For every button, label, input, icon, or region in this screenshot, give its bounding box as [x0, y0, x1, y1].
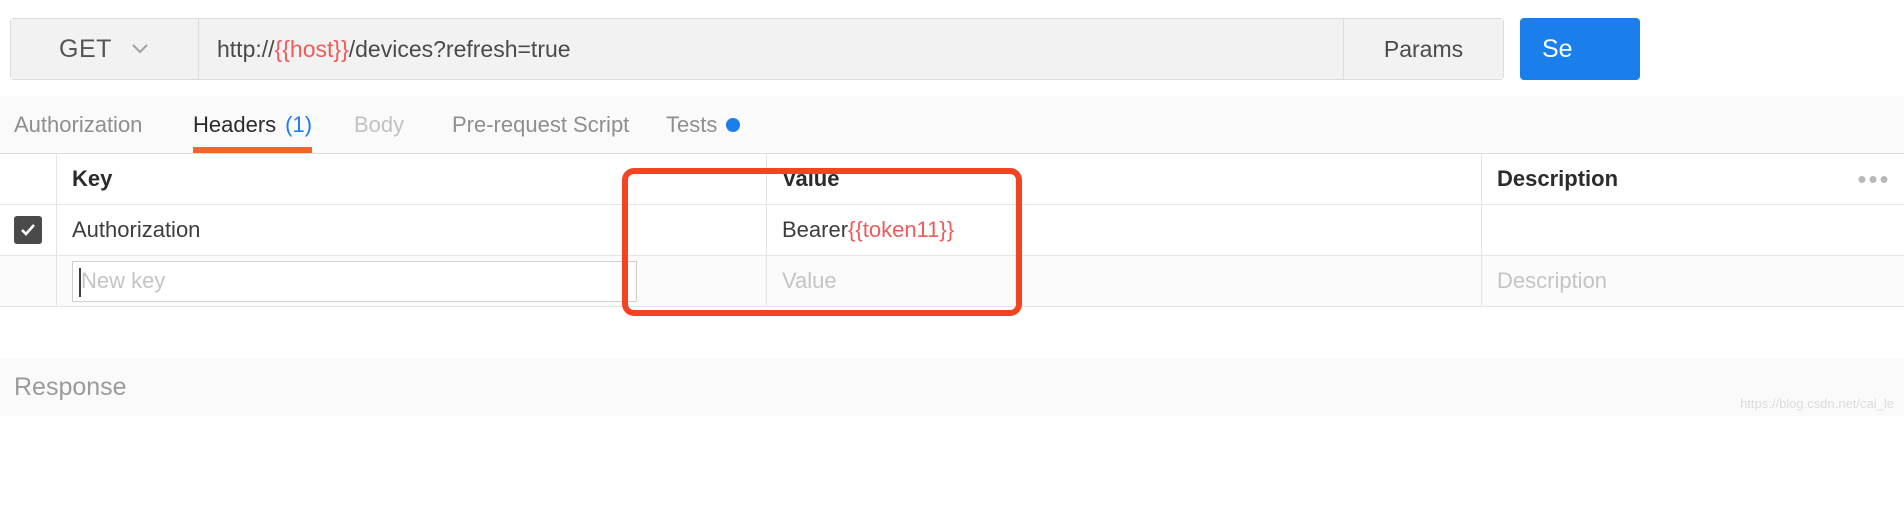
request-tabs: Authorization Headers (1) Body Pre-reque… [0, 96, 1904, 154]
column-header-description: Description [1497, 166, 1619, 191]
table-new-row: New key Value Description [0, 256, 1904, 307]
tab-headers[interactable]: Headers (1) [193, 96, 313, 153]
watermark-text: https://blog.csdn.net/cai_le [1740, 396, 1894, 411]
url-input[interactable]: http://{{host}}/devices?refresh=true [199, 19, 1343, 79]
tab-body-label: Body [354, 111, 405, 137]
response-body-empty [0, 416, 1904, 514]
http-method-selector[interactable]: GET [11, 19, 199, 79]
ellipsis-icon[interactable]: ••• [1844, 154, 1904, 204]
new-description-input[interactable]: Description [1482, 256, 1844, 306]
new-row-actions-spacer [1844, 256, 1904, 306]
tab-tests-label: Tests [666, 111, 718, 137]
row-value-input[interactable]: Bearer {{token11}} [767, 205, 1482, 255]
row-actions-spacer [1844, 205, 1904, 255]
header-checkbox-spacer [0, 154, 57, 204]
new-row-checkbox-cell [0, 256, 57, 306]
headers-table: Key Value Description ••• Authorization … [0, 154, 1904, 307]
tab-tests[interactable]: Tests [666, 96, 741, 153]
row-checkbox-cell [0, 205, 57, 255]
table-header-row: Key Value Description ••• [0, 154, 1904, 205]
url-suffix: /devices?refresh=true [348, 35, 571, 62]
tab-headers-count: (1) [285, 111, 313, 137]
chevron-down-icon [130, 39, 150, 59]
send-label: Se [1542, 34, 1573, 63]
row-enabled-checkbox[interactable] [14, 216, 42, 244]
table-row: Authorization Bearer {{token11}} [0, 205, 1904, 256]
request-bar: GET http://{{host}}/devices?refresh=true… [0, 0, 1904, 96]
new-key-input[interactable]: New key [72, 260, 637, 302]
params-label: Params [1383, 35, 1464, 62]
send-button[interactable]: Se [1520, 18, 1640, 80]
tab-headers-label: Headers [193, 111, 277, 137]
row-description-input[interactable] [1482, 205, 1844, 255]
column-header-key: Key [57, 154, 767, 204]
http-method-label: GET [59, 34, 112, 63]
text-caret [79, 267, 81, 297]
row-key-input[interactable]: Authorization [57, 205, 767, 255]
row-key-text: Authorization [72, 217, 201, 242]
new-key-placeholder: New key [81, 268, 166, 293]
tab-authorization-label: Authorization [14, 111, 143, 137]
tab-authorization[interactable]: Authorization [14, 96, 142, 153]
tab-pre-request-script-label: Pre-request Script [452, 111, 630, 137]
tab-pre-request-script[interactable]: Pre-request Script [452, 96, 629, 153]
row-value-prefix: Bearer [782, 217, 849, 242]
params-button[interactable]: Params [1343, 19, 1503, 79]
tab-body[interactable]: Body [354, 96, 404, 153]
url-bar-group: GET http://{{host}}/devices?refresh=true… [10, 18, 1504, 80]
check-icon [21, 224, 35, 236]
url-template-variable: {{host}} [274, 35, 349, 62]
url-prefix: http:// [217, 35, 275, 62]
response-section-header: Response [0, 358, 1904, 416]
row-value-template-variable: {{token11}} [848, 217, 955, 242]
new-row-key-cell: New key [57, 256, 767, 306]
new-value-input[interactable]: Value [767, 256, 1482, 306]
response-label: Response [14, 372, 127, 401]
tests-status-dot-icon [726, 117, 741, 132]
column-header-value: Value [767, 154, 1482, 204]
